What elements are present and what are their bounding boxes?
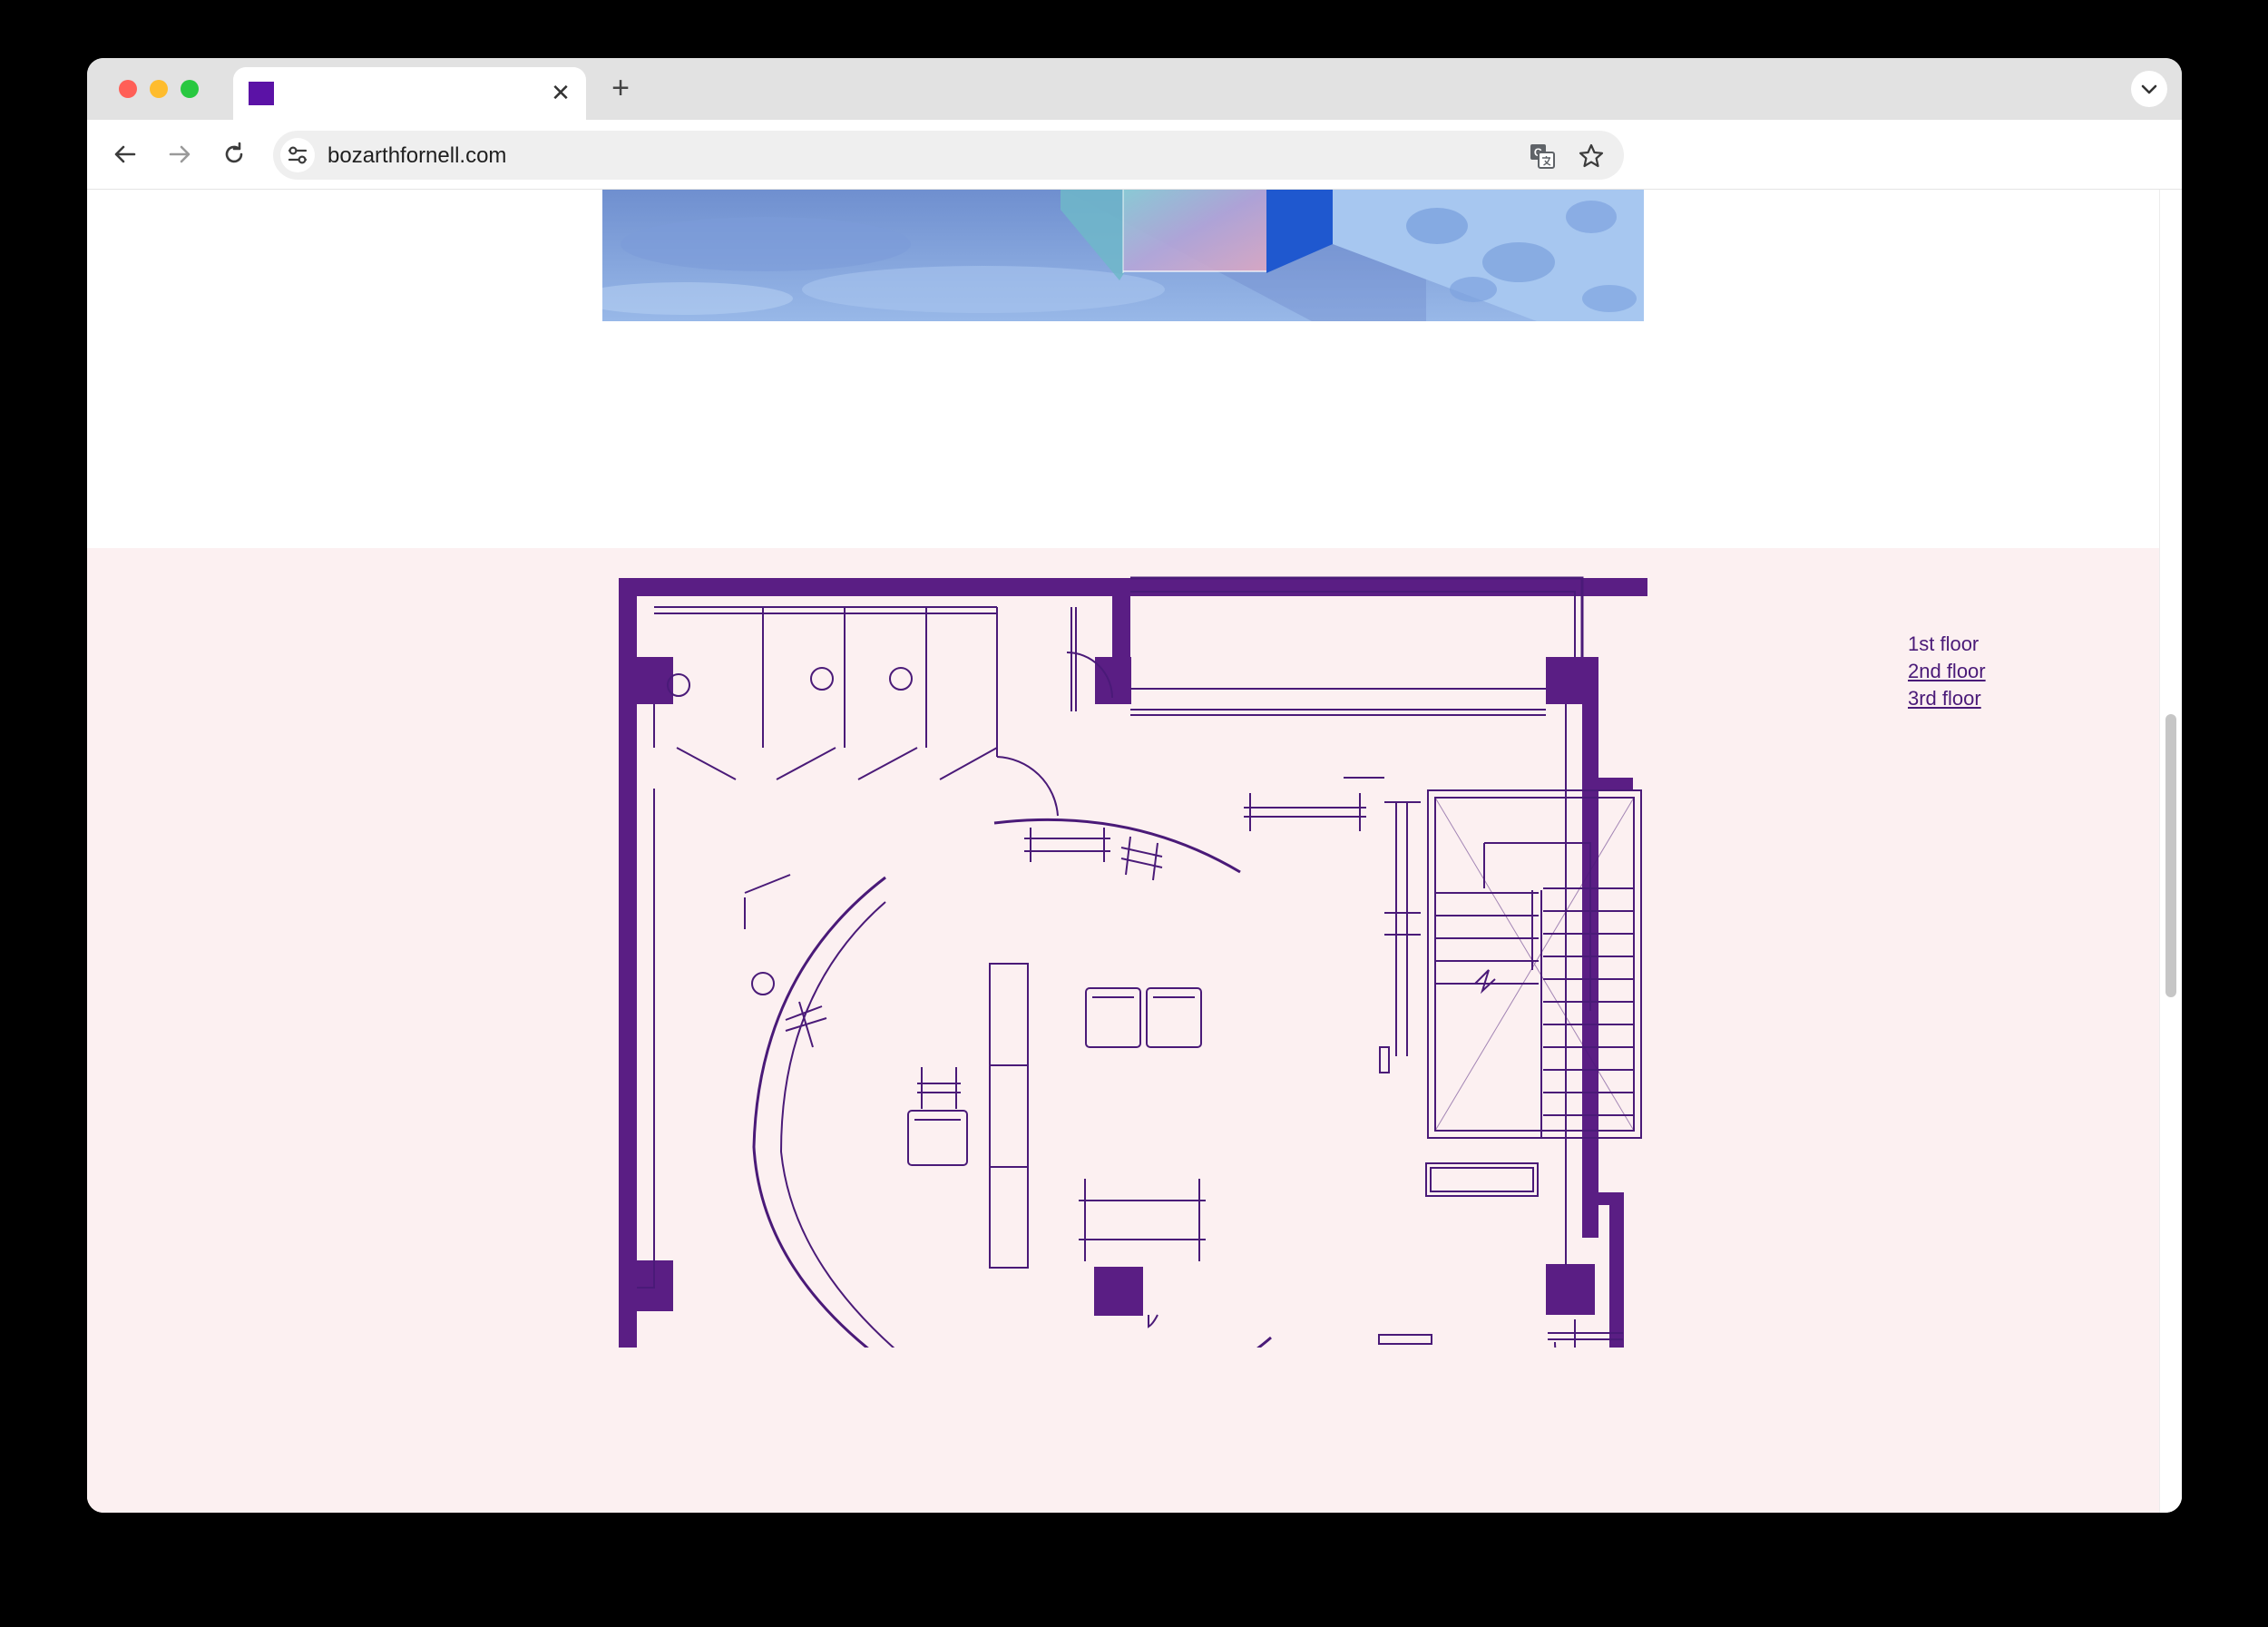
plan-clothing-rack: [1024, 828, 1110, 862]
plan-clothing-rack: [917, 1067, 961, 1109]
browser-toolbar: bozarthfornell.com G: [87, 120, 2182, 190]
gallery-photo-image: [602, 190, 1644, 321]
floor-nav: 1st floor 2nd floor 3rd floor: [1908, 631, 2035, 712]
tab-search-button[interactable]: [2131, 71, 2167, 107]
plan-counter: [1430, 1167, 1534, 1192]
plan-clothing-rack: [1384, 801, 1421, 1056]
plan-door-swing: [996, 756, 1059, 817]
plan-fixture: [751, 972, 775, 995]
plan-wall-left: [619, 578, 637, 1348]
plan-wall-top: [619, 578, 1647, 596]
floor-link-1st[interactable]: 1st floor: [1908, 631, 2035, 658]
plan-display-table: [989, 963, 1029, 1269]
tab-strip: ✕ +: [87, 58, 2182, 120]
plan-door-swing: [1554, 1341, 1557, 1348]
scrollbar-thumb[interactable]: [2165, 714, 2176, 997]
plan-toilet: [810, 667, 834, 691]
plan-stall-wall: [762, 607, 927, 748]
address-bar[interactable]: bozarthfornell.com G: [273, 131, 1624, 180]
plan-column: [1095, 657, 1131, 704]
maximize-window-button[interactable]: [181, 80, 199, 98]
plan-wall-top-notch: [1112, 578, 1130, 660]
close-window-button[interactable]: [119, 80, 137, 98]
tab-close-icon[interactable]: ✕: [548, 80, 573, 105]
minimize-window-button[interactable]: [150, 80, 168, 98]
plan-column: [1546, 657, 1582, 704]
plan-break-line: [1474, 969, 1496, 995]
chevron-down-icon: [2141, 84, 2157, 94]
plan-fixture: [1148, 1314, 1158, 1328]
plan-fitting-room: [744, 874, 791, 929]
plan-wall-step: [1582, 1192, 1624, 1205]
plan-toilet: [889, 667, 913, 691]
plan-fixture: [1379, 1046, 1390, 1073]
floor-link-3rd[interactable]: 3rd floor: [1908, 685, 2035, 712]
forward-button[interactable]: [161, 136, 198, 172]
active-tab[interactable]: ✕: [233, 67, 586, 120]
plan-stall-doors: [676, 747, 998, 780]
plan-corridor-wall: [996, 607, 1077, 757]
plan-wall-stub: [1598, 778, 1633, 790]
reload-icon: [225, 142, 243, 163]
back-arrow-icon: [114, 145, 136, 163]
plan-inner-wall: [1574, 1319, 1576, 1348]
reload-button[interactable]: [216, 136, 252, 172]
translate-button[interactable]: G: [1528, 142, 1557, 171]
plan-stair-rail: [1531, 890, 1542, 1138]
plan-column: [1546, 1264, 1595, 1315]
floor-plan-drawing: [619, 576, 1647, 1348]
page-scrollbar[interactable]: [2159, 190, 2182, 1513]
gallery-photo: [602, 190, 1644, 321]
plan-clothing-rack: [1079, 1179, 1206, 1261]
plan-column: [1094, 1267, 1143, 1316]
new-tab-plus-icon[interactable]: +: [606, 73, 635, 103]
plan-curved-wall: [752, 876, 886, 1348]
plan-wall-right-lower: [1609, 1192, 1624, 1348]
browser-window: ✕ + bozarthfornell.com G 1st floor 2nd f…: [87, 58, 2182, 1513]
plan-stair-core: [1483, 842, 1591, 1011]
star-bookmark-icon: [1579, 143, 1604, 168]
plan-clothing-rack: [785, 1001, 827, 1048]
plan-bench: [1378, 1334, 1432, 1345]
plan-clothing-rack: [1244, 777, 1384, 831]
plan-clothing-rack: [1120, 836, 1163, 881]
back-button[interactable]: [107, 136, 143, 172]
site-info-icon: [288, 146, 308, 164]
site-favicon-icon: [249, 82, 274, 105]
site-info-button[interactable]: [280, 138, 315, 172]
plan-inner-wall: [637, 789, 655, 1289]
plan-curved-wall: [1256, 1336, 1272, 1348]
translate-icon: G: [1530, 144, 1555, 169]
plan-curved-wall: [779, 901, 895, 1348]
forward-arrow-icon: [169, 145, 191, 163]
url-text: bozarthfornell.com: [327, 143, 507, 168]
plan-stair-void: [1434, 797, 1635, 1132]
plan-display-table: [990, 1064, 1028, 1168]
floor-link-2nd[interactable]: 2nd floor: [1908, 658, 2035, 685]
plan-stall-wall: [654, 606, 997, 614]
bookmark-button[interactable]: [1577, 142, 1606, 171]
plan-terrace-outline: [1130, 591, 1576, 657]
